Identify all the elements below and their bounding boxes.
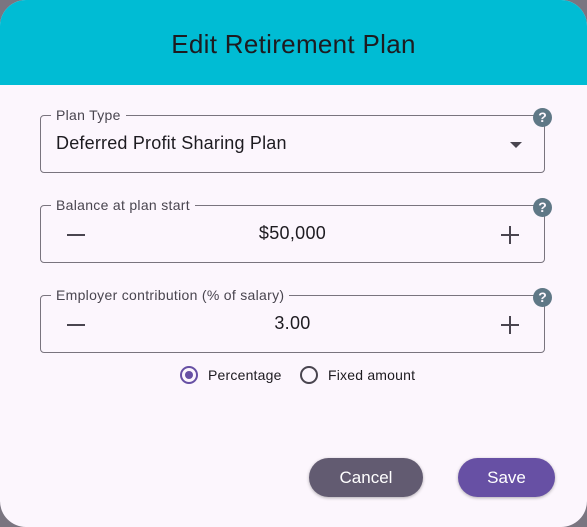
contribution-decrement-minus-icon[interactable] xyxy=(67,324,85,326)
balance-help-icon[interactable]: ? xyxy=(533,198,552,217)
plan-type-select[interactable]: Plan Type Deferred Profit Sharing Plan xyxy=(40,106,545,173)
radio-percentage-label[interactable]: Percentage xyxy=(208,367,282,383)
employer-contribution-stepper: Employer contribution (% of salary) 3.00 xyxy=(40,286,545,353)
contribution-mode-radio-group: Percentage Fixed amount xyxy=(0,366,587,390)
plan-type-help-icon[interactable]: ? xyxy=(533,108,552,127)
balance-decrement-minus-icon[interactable] xyxy=(67,234,85,236)
radio-fixed-amount[interactable]: Fixed amount xyxy=(300,366,415,384)
balance-label: Balance at plan start xyxy=(51,196,195,214)
edit-retirement-plan-dialog: Edit Retirement Plan Plan Type Deferred … xyxy=(0,0,587,527)
plan-type-value: Deferred Profit Sharing Plan xyxy=(56,133,287,153)
balance-stepper: Balance at plan start $50,000 xyxy=(40,196,545,263)
radio-percentage[interactable]: Percentage xyxy=(180,366,282,384)
employer-contribution-label: Employer contribution (% of salary) xyxy=(51,286,290,304)
employer-contribution-input[interactable]: 3.00 xyxy=(101,313,484,334)
employer-contribution-help-icon[interactable]: ? xyxy=(533,288,552,307)
cancel-button[interactable]: Cancel xyxy=(309,458,423,497)
dropdown-arrow-icon[interactable] xyxy=(510,142,522,148)
plan-type-label: Plan Type xyxy=(51,106,126,124)
dialog-title: Edit Retirement Plan xyxy=(171,29,416,59)
save-button[interactable]: Save xyxy=(458,458,555,497)
radio-fixed-amount-circle[interactable] xyxy=(300,366,318,384)
radio-percentage-circle[interactable] xyxy=(180,366,198,384)
dialog-header: Edit Retirement Plan xyxy=(0,0,587,85)
balance-increment-plus-icon[interactable] xyxy=(501,226,519,244)
radio-fixed-amount-label[interactable]: Fixed amount xyxy=(328,367,415,383)
contribution-increment-plus-icon[interactable] xyxy=(501,316,519,334)
balance-input[interactable]: $50,000 xyxy=(101,223,484,244)
